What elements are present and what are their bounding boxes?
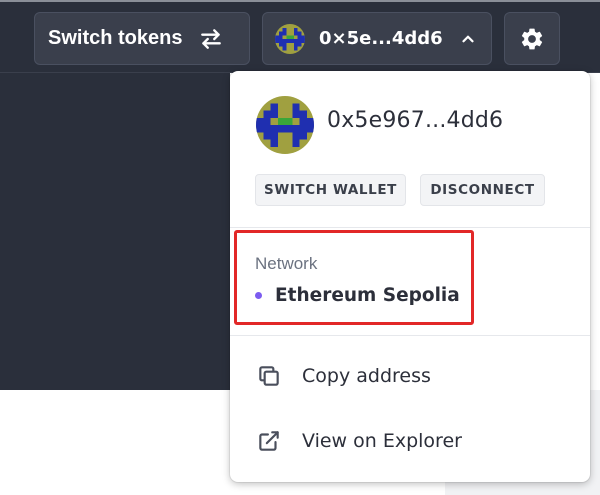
account-button[interactable]: 0×5e...4dd6 xyxy=(262,12,492,65)
settings-button[interactable] xyxy=(504,12,560,65)
divider xyxy=(230,227,590,228)
chevron-up-icon xyxy=(462,35,474,42)
network-name: Ethereum Sepolia xyxy=(275,285,460,306)
copy-icon xyxy=(259,366,279,386)
switch-arrows-icon xyxy=(201,28,222,49)
copy-address-label: Copy address xyxy=(302,365,431,387)
avatar-small xyxy=(275,23,305,54)
switch-tokens-label: Switch tokens xyxy=(48,27,183,49)
avatar-large xyxy=(256,96,314,154)
network-row: Ethereum Sepolia xyxy=(255,285,460,306)
switch-wallet-button[interactable]: SWITCH WALLET xyxy=(255,174,406,206)
switch-tokens-button[interactable]: Switch tokens xyxy=(34,12,250,65)
copy-address-menu-item[interactable]: Copy address xyxy=(230,348,590,404)
dark-background-panel xyxy=(0,73,230,390)
divider xyxy=(230,335,590,336)
disconnect-button[interactable]: DISCONNECT xyxy=(420,174,545,206)
view-on-explorer-menu-item[interactable]: View on Explorer xyxy=(230,413,590,469)
network-label: Network xyxy=(255,254,318,273)
gear-icon xyxy=(521,28,543,49)
account-dropdown-menu: 0x5e967...4dd6 SWITCH WALLET DISCONNECT … xyxy=(230,71,590,482)
account-short-address: 0×5e...4dd6 xyxy=(319,28,443,49)
full-wallet-address: 0x5e967...4dd6 xyxy=(327,108,504,133)
network-highlight-box xyxy=(234,230,474,325)
network-status-dot xyxy=(255,292,262,299)
external-link-icon xyxy=(259,431,279,451)
view-on-explorer-label: View on Explorer xyxy=(302,430,462,452)
